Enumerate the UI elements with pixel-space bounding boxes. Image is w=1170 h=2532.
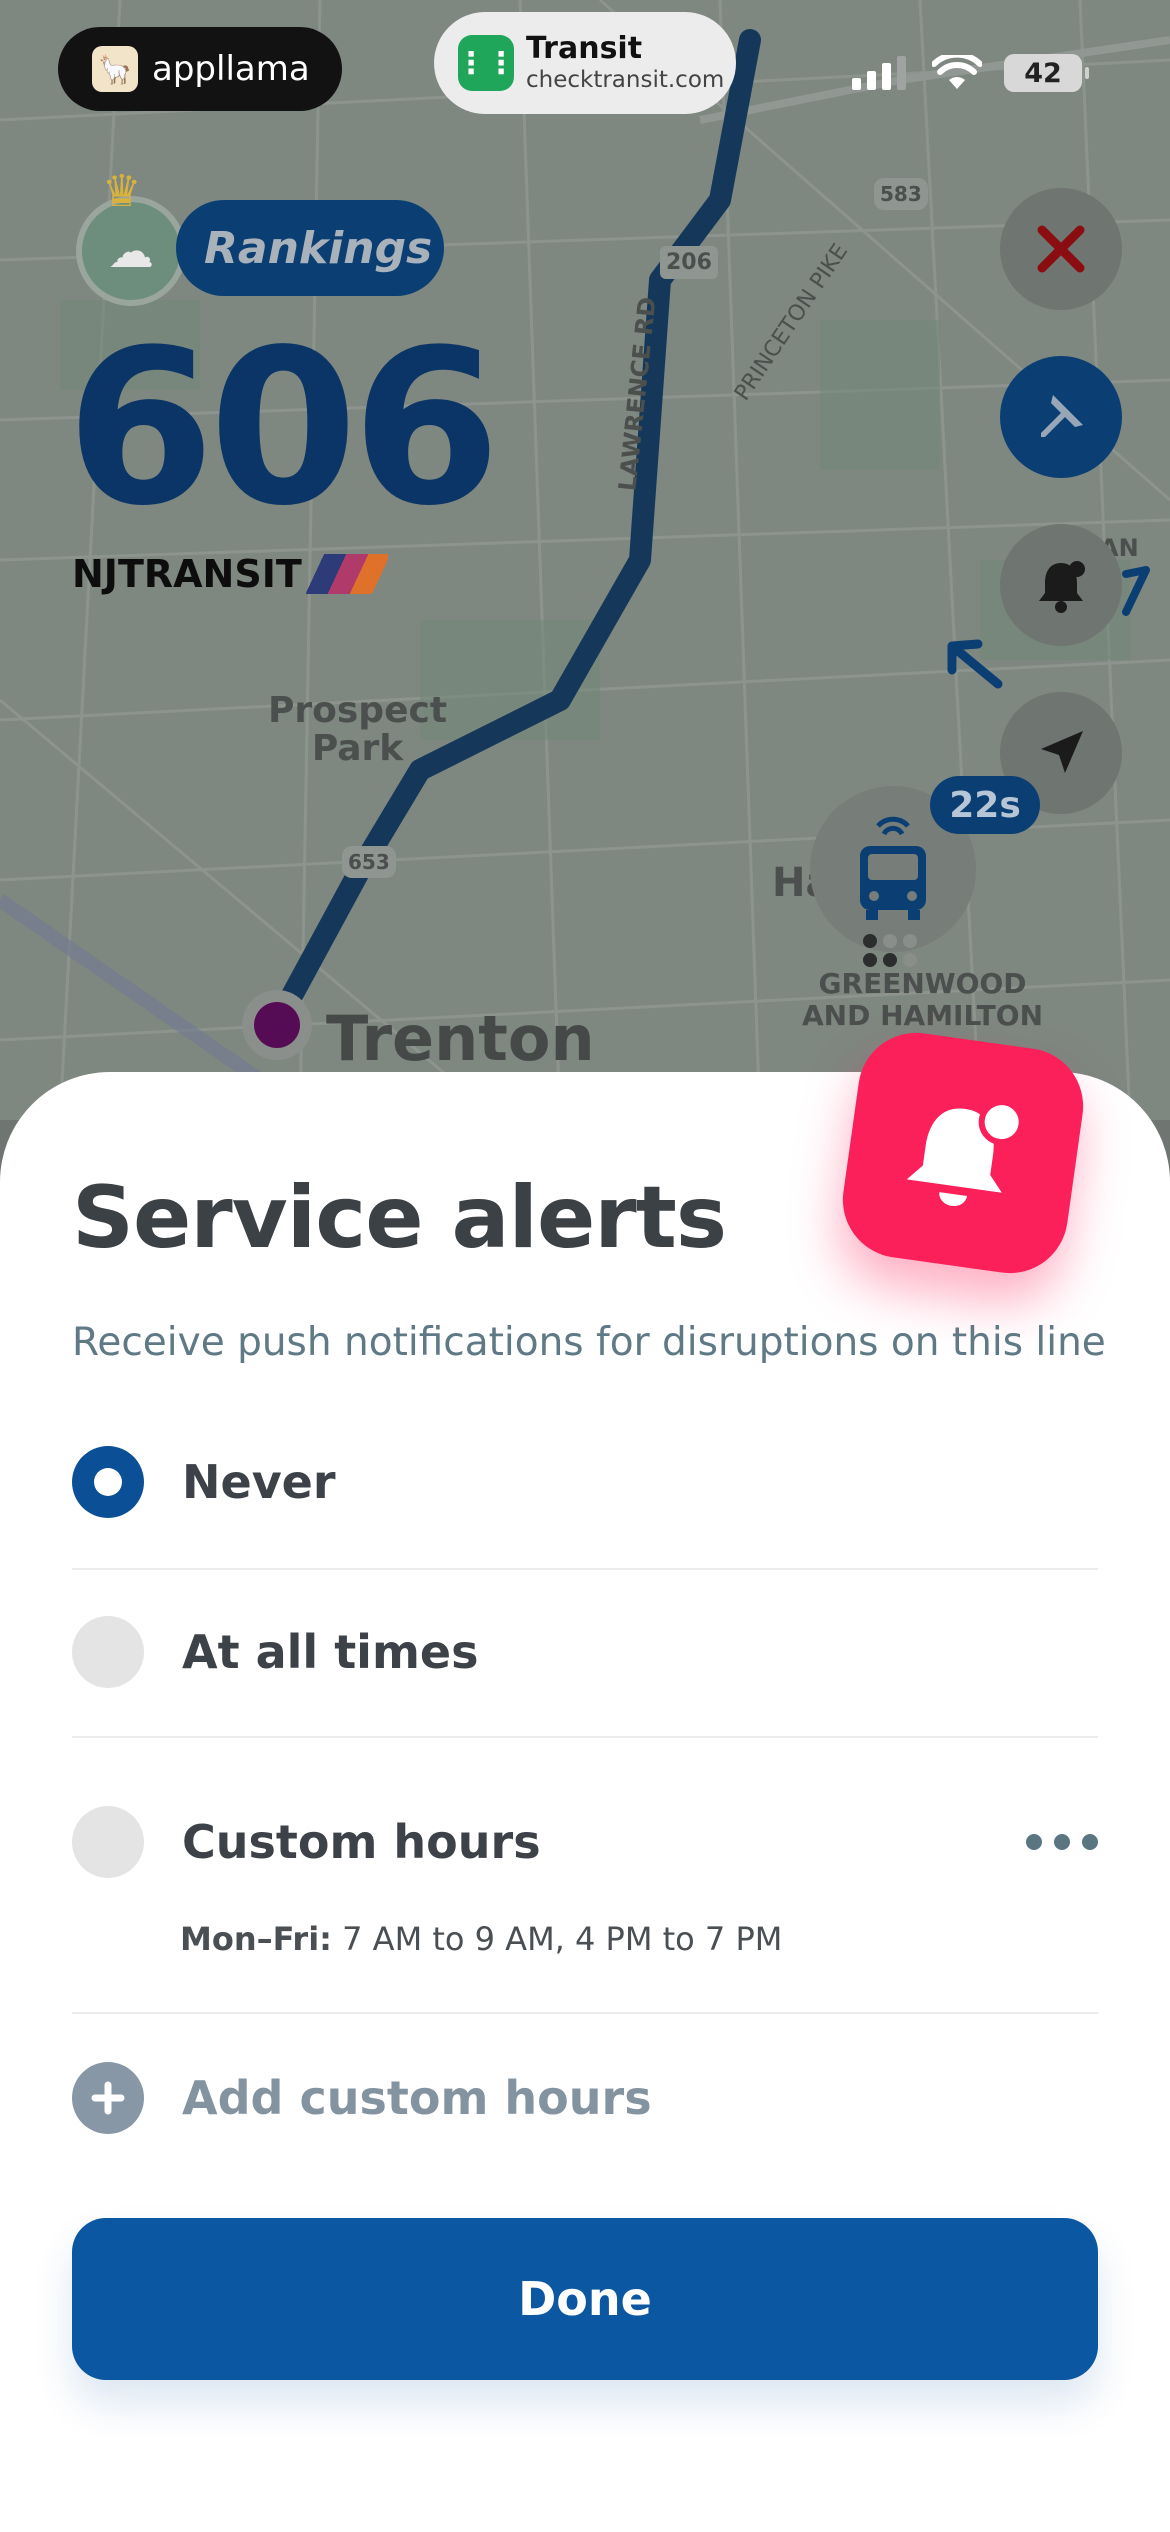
close-button[interactable] bbox=[1000, 188, 1122, 310]
wifi-icon bbox=[932, 55, 982, 89]
pin-icon bbox=[1041, 395, 1083, 437]
option-at-all-times[interactable]: At all times bbox=[72, 1616, 1098, 1688]
vehicle-eta-badge: 22s bbox=[930, 776, 1040, 834]
add-custom-hours-row[interactable]: Add custom hours bbox=[72, 2062, 1098, 2134]
occupancy-dots-icon bbox=[863, 934, 917, 967]
direction-arrow-icon bbox=[947, 639, 1003, 689]
agency-name: NJTRANSIT bbox=[72, 552, 302, 596]
radio-never[interactable] bbox=[72, 1446, 144, 1518]
map-shield-583: 583 bbox=[874, 178, 928, 210]
battery-icon: 42 bbox=[1004, 54, 1089, 92]
appllama-pill[interactable]: 🦙 appllama bbox=[58, 27, 342, 111]
option-label: Never bbox=[182, 1455, 336, 1509]
transit-app-pill[interactable]: ⋮⋮ Transit checktransit.com bbox=[434, 12, 736, 114]
rankings-button[interactable]: Rankings bbox=[176, 200, 444, 296]
add-custom-hours-label: Add custom hours bbox=[182, 2071, 652, 2125]
option-never[interactable]: Never bbox=[72, 1446, 1098, 1518]
divider bbox=[72, 1736, 1098, 1738]
location-arrow-icon bbox=[1041, 731, 1083, 773]
applet-name: appllama bbox=[152, 49, 310, 89]
rankings-label: Rankings bbox=[204, 222, 433, 274]
map-label-greenwood: GREENWOOD AND HAMILTON bbox=[802, 967, 1044, 1032]
bus-icon bbox=[860, 816, 926, 920]
custom-hours-detail: Mon–Fri: 7 AM to 9 AM, 4 PM to 7 PM bbox=[180, 1920, 782, 1958]
option-label: Custom hours bbox=[182, 1815, 541, 1869]
map-label-prospect-park: Prospect Park bbox=[268, 690, 448, 769]
cloud-icon: ☁ bbox=[108, 224, 154, 278]
divider bbox=[72, 1568, 1098, 1570]
option-custom-hours[interactable]: Custom hours bbox=[72, 1806, 1098, 1878]
option-label: At all times bbox=[182, 1625, 479, 1679]
radio-custom-hours[interactable] bbox=[72, 1806, 144, 1878]
status-bar: 🦙 appllama ⋮⋮ Transit checktransit.com 4… bbox=[0, 0, 1170, 140]
more-options-icon[interactable] bbox=[1026, 1834, 1098, 1850]
radio-at-all-times[interactable] bbox=[72, 1616, 144, 1688]
alerts-button[interactable] bbox=[1000, 524, 1122, 646]
sheet-subtitle: Receive push notifications for disruptio… bbox=[72, 1320, 1106, 1365]
map-shield-206: 206 bbox=[660, 246, 718, 279]
map-shield-653: 653 bbox=[342, 846, 396, 878]
transit-url: checktransit.com bbox=[526, 67, 725, 93]
direction-arrow-icon-edge bbox=[1122, 566, 1150, 616]
route-number: 606 bbox=[66, 304, 501, 553]
agency-logo: NJTRANSIT bbox=[72, 552, 388, 596]
pin-button[interactable] bbox=[1000, 356, 1122, 478]
custom-days: Mon–Fri: bbox=[180, 1920, 332, 1958]
divider bbox=[72, 2012, 1098, 2014]
map-label-trenton: Trenton bbox=[326, 1002, 595, 1075]
transit-title: Transit bbox=[526, 31, 643, 66]
close-icon bbox=[1037, 225, 1085, 273]
transit-logo-icon: ⋮⋮ bbox=[456, 35, 516, 91]
bell-alert-icon bbox=[906, 1099, 1025, 1207]
done-button[interactable]: Done bbox=[72, 2218, 1098, 2380]
bell-icon bbox=[1039, 561, 1085, 613]
terminal-stop-marker[interactable] bbox=[242, 990, 312, 1060]
custom-times: 7 AM to 9 AM, 4 PM to 7 PM bbox=[331, 1920, 783, 1958]
plus-icon bbox=[72, 2062, 144, 2134]
agency-stripes bbox=[305, 554, 388, 594]
crown-icon: ♛ bbox=[102, 166, 142, 217]
battery-level: 42 bbox=[1024, 57, 1062, 89]
sheet-title: Service alerts bbox=[72, 1168, 727, 1268]
llama-icon: 🦙 bbox=[92, 46, 138, 92]
cellular-signal-icon bbox=[852, 56, 906, 90]
system-icons: 42 bbox=[852, 54, 1089, 92]
alert-badge bbox=[835, 1025, 1091, 1281]
